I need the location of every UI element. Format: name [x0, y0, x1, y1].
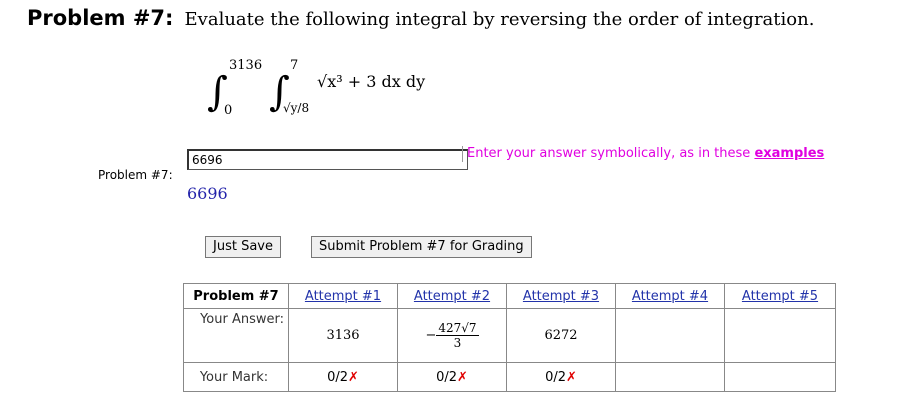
- answer-input-value: 6696: [192, 153, 223, 167]
- attempt-5-mark: [724, 362, 836, 392]
- attempt-5-answer: [724, 308, 836, 363]
- hint-text: Enter your answer symbolically, as in th…: [467, 146, 751, 161]
- problem-title: Problem #7: Evaluate the following integ…: [27, 6, 814, 34]
- attempt-1-header[interactable]: Attempt #1: [288, 283, 398, 309]
- inner-upper-limit: 7: [290, 58, 299, 73]
- attempt-1-link[interactable]: Attempt #1: [305, 289, 381, 304]
- attempts-header: Problem #7: [183, 283, 289, 309]
- attempt-5-header[interactable]: Attempt #5: [724, 283, 836, 309]
- attempt-2-numerator: 427√7: [436, 321, 479, 336]
- attempt-1-answer: 3136: [288, 308, 398, 363]
- wrong-icon: ✗: [566, 369, 577, 385]
- wrong-icon: ✗: [348, 369, 359, 385]
- wrong-icon: ✗: [457, 369, 468, 385]
- attempt-1-mark: 0/2✗: [288, 362, 398, 392]
- attempt-4-header[interactable]: Attempt #4: [615, 283, 725, 309]
- attempt-3-header[interactable]: Attempt #3: [506, 283, 616, 309]
- inner-lower-limit: √y/8: [283, 101, 310, 115]
- submit-button[interactable]: Submit Problem #7 for Grading: [311, 236, 532, 258]
- your-mark-label: Your Mark:: [183, 362, 289, 392]
- problem-instruction: Evaluate the following integral by rever…: [184, 9, 815, 30]
- attempt-4-link[interactable]: Attempt #4: [632, 289, 708, 304]
- examples-link[interactable]: examples: [754, 146, 824, 161]
- mark-value: 0/2: [327, 369, 348, 385]
- attempt-5-link[interactable]: Attempt #5: [742, 289, 818, 304]
- attempt-2-answer: −427√7 3: [397, 308, 507, 363]
- your-answer-label: Your Answer:: [183, 308, 289, 363]
- just-save-button[interactable]: Just Save: [205, 236, 281, 258]
- integrand: √x³ + 3 dx dy: [317, 72, 426, 91]
- attempt-2-header[interactable]: Attempt #2: [397, 283, 507, 309]
- outer-lower-limit: 0: [224, 103, 233, 118]
- attempt-2-denominator: 3: [453, 336, 462, 350]
- outer-upper-limit: 3136: [229, 58, 263, 73]
- answer-row-label: Problem #7:: [98, 168, 173, 182]
- attempt-2-mark: 0/2✗: [397, 362, 507, 392]
- answer-input[interactable]: 6696: [187, 149, 468, 170]
- attempt-2-link[interactable]: Attempt #2: [414, 289, 490, 304]
- attempt-4-mark: [615, 362, 725, 392]
- attempt-2-sign: −: [425, 328, 437, 343]
- attempt-3-mark: 0/2✗: [506, 362, 616, 392]
- attempt-3-answer: 6272: [506, 308, 616, 363]
- attempt-4-answer: [615, 308, 725, 363]
- mark-value: 0/2: [436, 369, 457, 385]
- attempt-2-fraction: 427√7 3: [436, 321, 479, 350]
- attempts-table: Problem #7 Attempt #1 Attempt #2 Attempt…: [183, 283, 836, 392]
- mark-value: 0/2: [545, 369, 566, 385]
- problem-number: Problem #7:: [27, 6, 174, 30]
- answer-hint: Enter your answer symbolically, as in th…: [462, 146, 824, 162]
- answer-preview: 6696: [187, 184, 228, 203]
- attempt-3-link[interactable]: Attempt #3: [523, 289, 599, 304]
